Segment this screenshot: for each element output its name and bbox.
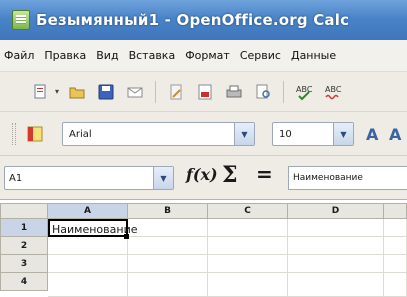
bold-a-icon[interactable]: A [362, 123, 384, 145]
column-header-a[interactable]: A [48, 203, 128, 219]
autospellcheck-icon[interactable]: ABC [322, 81, 344, 103]
toolbar-separator [283, 80, 285, 103]
edit-file-icon[interactable] [165, 81, 187, 103]
open-icon[interactable] [66, 81, 88, 103]
cell-a1[interactable]: Наименование [48, 219, 137, 237]
cell-c1[interactable] [208, 219, 288, 237]
title-bar: Безымянный1 - OpenOffice.org Calc [0, 0, 407, 40]
menu-edit[interactable]: Правка [44, 49, 86, 62]
new-icon[interactable] [30, 81, 52, 103]
email-icon[interactable] [124, 81, 146, 103]
toolbar-grip[interactable] [12, 122, 16, 145]
cell-c4[interactable] [208, 273, 288, 297]
autofill-handle[interactable] [124, 234, 129, 239]
spreadsheet-grid: A B C D 1 2 3 4 Наименование [0, 200, 407, 297]
column-header-d[interactable]: D [288, 203, 384, 219]
cell-d4[interactable] [288, 273, 384, 297]
standard-toolbar: ▾ ABC ABC [0, 72, 407, 112]
input-line[interactable]: Наименование [288, 166, 407, 190]
sum-icon[interactable]: Σ [222, 162, 238, 188]
cell-e2[interactable] [384, 237, 407, 255]
row-header-1[interactable]: 1 [0, 219, 48, 237]
page-preview-icon[interactable] [252, 81, 274, 103]
name-box-value: A1 [9, 172, 23, 184]
print-icon[interactable] [223, 81, 245, 103]
font-name-value: Arial [69, 128, 92, 140]
cell-d1[interactable] [288, 219, 384, 237]
font-name-dropdown-icon[interactable]: ▼ [234, 123, 254, 145]
cell-b2[interactable] [128, 237, 208, 255]
function-wizard-icon[interactable]: f(x) [186, 165, 218, 184]
column-header-b[interactable]: B [128, 203, 208, 219]
row-header-3[interactable]: 3 [0, 255, 48, 273]
svg-text:ABC: ABC [325, 85, 342, 94]
row-header-2[interactable]: 2 [0, 237, 48, 255]
cell-b1[interactable] [128, 219, 208, 237]
svg-text:A: A [366, 125, 379, 144]
font-size-combo[interactable]: 10 ▼ [272, 122, 354, 146]
window-title: Безымянный1 - OpenOffice.org Calc [36, 11, 350, 29]
function-icon[interactable]: = [256, 162, 273, 186]
cell-d2[interactable] [288, 237, 384, 255]
menu-view[interactable]: Вид [96, 49, 118, 62]
cell-a4[interactable] [48, 273, 128, 297]
export-pdf-icon[interactable] [194, 81, 216, 103]
menu-file[interactable]: Файл [4, 49, 34, 62]
font-size-dropdown-icon[interactable]: ▼ [333, 123, 353, 145]
font-size-value: 10 [279, 128, 292, 140]
styles-icon[interactable] [24, 123, 46, 145]
cell-b3[interactable] [128, 255, 208, 273]
svg-text:ABC: ABC [296, 85, 313, 94]
row-header-4[interactable]: 4 [0, 273, 48, 291]
cell-e4[interactable] [384, 273, 407, 297]
svg-text:A: A [389, 125, 402, 144]
cell-c3[interactable] [208, 255, 288, 273]
menu-data[interactable]: Данные [291, 49, 336, 62]
cell-e1[interactable] [384, 219, 407, 237]
formula-bar: A1 ▼ f(x) Σ = Наименование [0, 156, 407, 200]
input-line-value: Наименование [293, 173, 363, 183]
name-box[interactable]: A1 ▼ [4, 166, 174, 190]
calc-app-icon [12, 10, 30, 30]
cell-b4[interactable] [128, 273, 208, 297]
font-name-combo[interactable]: Arial ▼ [62, 122, 255, 146]
cell-c2[interactable] [208, 237, 288, 255]
name-box-dropdown-icon[interactable]: ▼ [153, 167, 173, 189]
menu-tools[interactable]: Сервис [240, 49, 281, 62]
cell-a2[interactable] [48, 237, 128, 255]
menu-format[interactable]: Формат [185, 49, 230, 62]
cell-e3[interactable] [384, 255, 407, 273]
cell-a3[interactable] [48, 255, 128, 273]
save-icon[interactable] [95, 81, 117, 103]
spellcheck-icon[interactable]: ABC [293, 81, 315, 103]
toolbar-separator [155, 80, 157, 103]
menu-insert[interactable]: Вставка [129, 49, 176, 62]
italic-a-icon[interactable]: A [386, 123, 407, 145]
column-header-c[interactable]: C [208, 203, 288, 219]
new-dropdown-icon[interactable]: ▾ [55, 87, 59, 96]
select-all-corner[interactable] [0, 203, 48, 219]
menu-bar: Файл Правка Вид Вставка Формат Сервис Да… [0, 40, 407, 72]
cell-d3[interactable] [288, 255, 384, 273]
column-header-e[interactable] [384, 203, 407, 219]
